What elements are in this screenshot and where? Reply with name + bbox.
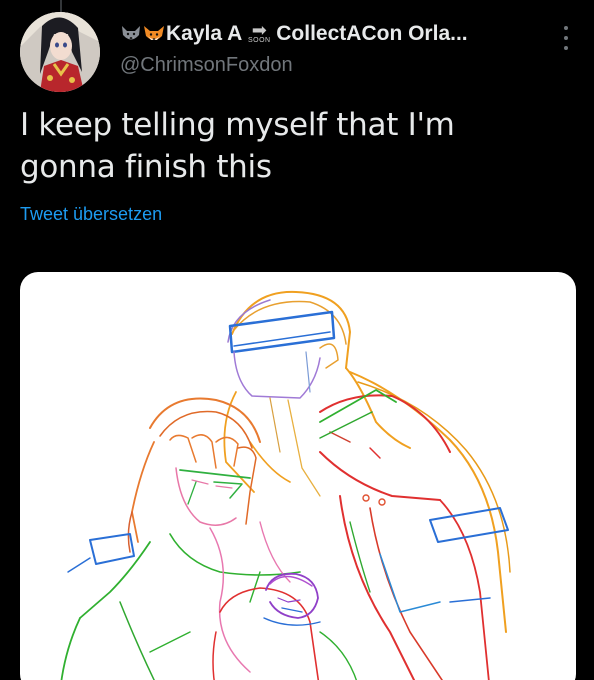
tweet-text-line: gonna finish this — [20, 149, 272, 185]
tweet-media-image[interactable] — [20, 272, 576, 680]
sketch-drawing — [60, 290, 511, 680]
translate-tweet-link[interactable]: Tweet übersetzen — [20, 204, 162, 225]
display-name: Kayla A — [166, 22, 243, 45]
tweet-text: I keep telling myself that I'm gonna fin… — [20, 104, 560, 188]
more-vertical-icon — [564, 26, 568, 30]
tweet-container: Kayla A ➡ SOON CollectACon Orla... @Chri… — [0, 0, 594, 680]
more-options-button[interactable] — [556, 26, 576, 50]
soon-arrow-emoji: ➡ SOON — [244, 20, 274, 45]
avatar[interactable] — [20, 12, 100, 92]
arrow-right-icon: ➡ — [251, 20, 267, 40]
fox-emoji-icon — [144, 26, 164, 40]
display-name-row[interactable]: Kayla A ➡ SOON CollectACon Orla... — [120, 18, 544, 50]
soon-label: SOON — [247, 37, 271, 44]
display-name-rest: CollectACon Orla... — [276, 22, 468, 45]
tweet-header: Kayla A ➡ SOON CollectACon Orla... @Chri… — [120, 18, 544, 77]
tweet-text-line: I keep telling myself that I'm — [20, 107, 455, 143]
wolf-emoji-icon — [122, 26, 140, 40]
user-handle[interactable]: @ChrimsonFoxdon — [120, 54, 544, 77]
avatar-image — [20, 12, 100, 92]
